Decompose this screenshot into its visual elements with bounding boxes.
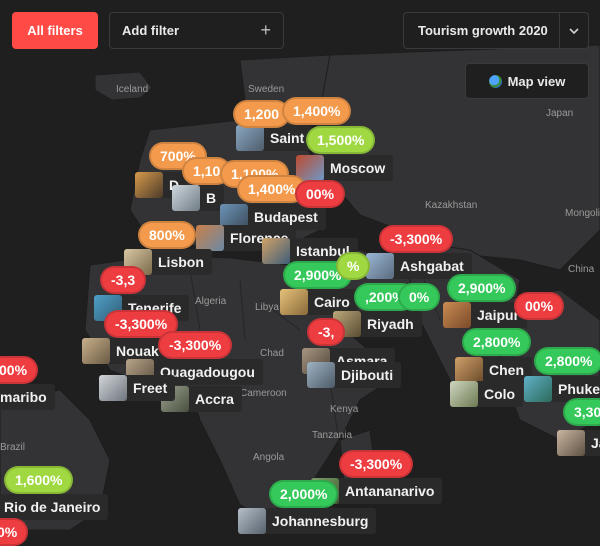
- city-label[interactable]: Colo: [450, 381, 524, 407]
- growth-bubble[interactable]: 2,800%: [462, 328, 532, 356]
- map-view-label: Map view: [507, 73, 566, 89]
- geo-label: Tanzania: [312, 430, 353, 441]
- map-view-button[interactable]: Map view: [465, 63, 589, 99]
- globe-icon: [488, 74, 502, 88]
- city-thumbnail: [450, 381, 478, 407]
- growth-bubble[interactable]: -3,300%: [379, 225, 454, 253]
- metric-select-value: Tourism growth 2020: [418, 23, 548, 38]
- city-thumbnail: [262, 238, 290, 264]
- growth-bubble[interactable]: -3,3: [100, 266, 147, 294]
- growth-bubble[interactable]: %: [336, 252, 371, 280]
- metric-select[interactable]: Tourism growth 2020: [403, 12, 589, 49]
- city-label[interactable]: Riyadh: [333, 311, 422, 337]
- geo-label: Cameroon: [240, 388, 287, 399]
- growth-bubble[interactable]: 1,400%: [282, 97, 352, 125]
- city-thumbnail: [236, 125, 264, 151]
- city-label[interactable]: Johannesburg: [238, 508, 377, 534]
- all-filters-label: All filters: [27, 23, 83, 38]
- chevron-down-icon[interactable]: [559, 13, 588, 48]
- city-label[interactable]: Ja: [557, 430, 600, 456]
- growth-bubble[interactable]: 00%: [295, 180, 346, 208]
- city-label[interactable]: Rio de Janeiro: [0, 494, 109, 520]
- city-thumbnail: [455, 357, 483, 383]
- geo-label: Libya: [255, 302, 279, 313]
- city-thumbnail: [307, 362, 335, 388]
- geo-label: Brazil: [0, 442, 26, 453]
- growth-bubble[interactable]: -3,300%: [339, 450, 414, 478]
- geo-label: Japan: [546, 108, 574, 119]
- all-filters-button[interactable]: All filters: [12, 12, 98, 49]
- growth-bubble[interactable]: -3,300%: [158, 331, 233, 359]
- geo-label: Iceland: [116, 84, 149, 95]
- add-filter-label: Add filter: [122, 23, 180, 38]
- growth-bubble[interactable]: 2,800%: [534, 347, 600, 375]
- city-label[interactable]: Freet: [99, 375, 176, 401]
- geo-label: Kenya: [330, 404, 359, 415]
- geo-label: Algeria: [195, 296, 227, 307]
- city-label[interactable]: Chen: [455, 357, 532, 383]
- geo-label: Sweden: [248, 84, 285, 95]
- city-thumbnail: [366, 253, 394, 279]
- city-label[interactable]: B: [172, 185, 225, 211]
- geo-label: Kazakhstan: [425, 200, 478, 211]
- add-filter-button[interactable]: Add filter +: [109, 12, 284, 49]
- geo-label: Mongolia: [565, 208, 600, 219]
- growth-bubble[interactable]: 0%: [398, 283, 441, 311]
- city-thumbnail: [280, 289, 308, 315]
- plus-icon: +: [260, 20, 271, 40]
- geo-label: Chad: [260, 348, 284, 359]
- growth-bubble[interactable]: 2,000%: [269, 480, 339, 508]
- growth-bubble[interactable]: 2,900%: [447, 274, 517, 302]
- city-label[interactable]: Djibouti: [307, 362, 402, 388]
- growth-bubble[interactable]: 3,30: [563, 398, 600, 426]
- growth-bubble[interactable]: 0%: [0, 518, 29, 546]
- growth-bubble[interactable]: 00%: [514, 292, 565, 320]
- city-thumbnail: [196, 225, 224, 251]
- geo-label: China: [568, 264, 595, 275]
- city-thumbnail: [99, 375, 127, 401]
- city-thumbnail: [557, 430, 585, 456]
- city-thumbnail: [443, 302, 471, 328]
- city-thumbnail: [238, 508, 266, 534]
- growth-bubble[interactable]: 1,600%: [4, 466, 74, 494]
- city-thumbnail: [82, 338, 110, 364]
- city-label[interactable]: Saint: [236, 125, 313, 151]
- city-label[interactable]: Moscow: [296, 155, 394, 181]
- growth-bubble[interactable]: 1,500%: [306, 126, 376, 154]
- growth-bubble[interactable]: -3,: [307, 318, 346, 346]
- city-thumbnail: [524, 376, 552, 402]
- city-label[interactable]: maribo: [0, 384, 55, 410]
- geo-label: Angola: [253, 452, 285, 463]
- growth-bubble[interactable]: 800%: [138, 221, 196, 249]
- city-thumbnail: [135, 172, 163, 198]
- growth-bubble[interactable]: 00%: [0, 356, 39, 384]
- city-thumbnail: [172, 185, 200, 211]
